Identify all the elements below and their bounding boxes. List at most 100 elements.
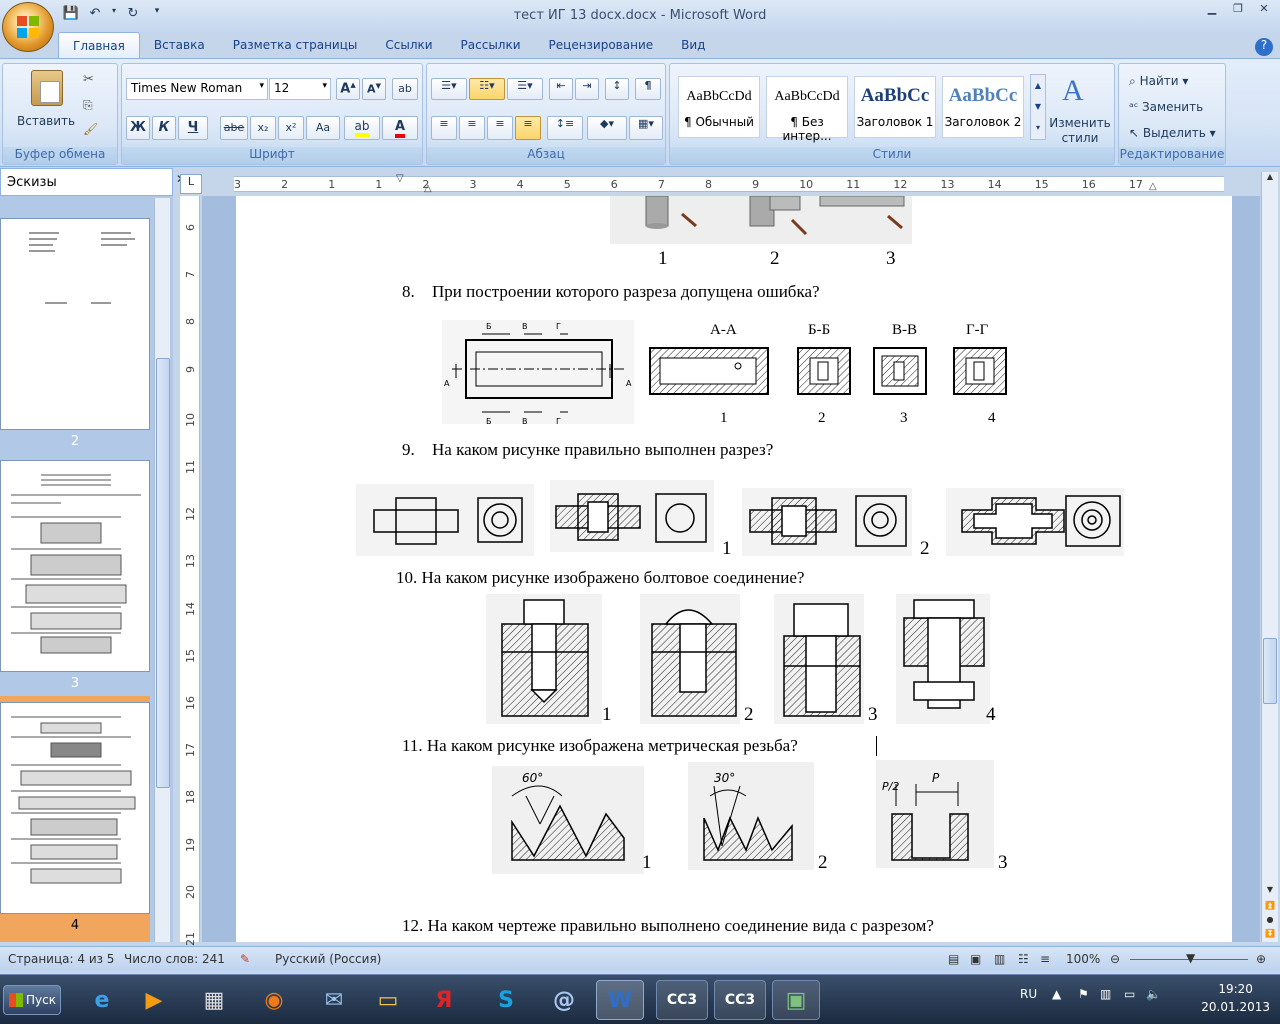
cc3-taskbar-icon[interactable]: CC3 (656, 980, 708, 1020)
numbering-icon[interactable]: ☷▾ (469, 78, 505, 100)
find-button[interactable]: ⌕ Найти ▾ (1129, 74, 1188, 89)
grow-font-button[interactable]: A▲ (336, 78, 360, 100)
tab-references[interactable]: Ссылки (371, 32, 446, 59)
format-painter-icon[interactable]: 🖌 (83, 122, 98, 136)
volume-icon[interactable]: 🔈 (1146, 987, 1161, 1001)
next-page-icon[interactable]: ⏬ (1262, 929, 1278, 938)
tab-home[interactable]: Главная (58, 32, 140, 59)
mail-icon[interactable]: ✉ (310, 980, 358, 1020)
help-icon[interactable]: ? (1255, 38, 1273, 56)
italic-button[interactable]: К (152, 116, 176, 140)
right-indent-marker[interactable]: △ (1149, 181, 1157, 192)
increase-indent-icon[interactable]: ⇥ (575, 78, 599, 100)
minimize-button[interactable]: ▁ (1200, 2, 1224, 18)
bullets-icon[interactable]: ☰▾ (431, 78, 467, 100)
word-taskbar-icon[interactable]: W (596, 980, 644, 1020)
browse-object-icon[interactable]: ● (1262, 915, 1278, 924)
view-outline-icon[interactable]: ☷ (1018, 952, 1029, 966)
media-player-icon[interactable]: ▶ (130, 980, 178, 1020)
scroll-up-icon[interactable]: ▲ (1262, 172, 1278, 188)
style-heading-2[interactable]: AaBbCc Заголовок 2 (942, 76, 1024, 138)
thumbnail-page-2[interactable] (0, 218, 150, 430)
align-left-icon[interactable]: ≡ (431, 116, 457, 140)
paste-icon[interactable] (31, 70, 63, 106)
network-icon[interactable]: ▥ (1100, 987, 1111, 1001)
style-normal[interactable]: AaBbCcDd ¶ Обычный (678, 76, 760, 138)
borders-icon[interactable]: ▦▾ (629, 116, 663, 140)
page-count[interactable]: Страница: 4 из 5 (8, 952, 114, 966)
document-page[interactable]: 1 2 3 8. При построении которого разреза… (236, 196, 1232, 942)
skype-icon[interactable]: S (482, 980, 530, 1020)
align-center-icon[interactable]: ≡ (459, 116, 485, 140)
change-styles-icon[interactable]: A (1062, 74, 1084, 108)
copy-icon[interactable]: ⎘ (83, 98, 93, 113)
office-button[interactable] (2, 2, 54, 52)
thumbnails-scrollbar[interactable] (154, 198, 170, 942)
styles-scroll[interactable]: ▲ ▼ ▾ (1030, 74, 1046, 140)
scroll-down-icon[interactable]: ▼ (1262, 885, 1278, 894)
display-icon[interactable]: ▭ (1124, 987, 1135, 1001)
scrollbar-thumb[interactable] (156, 358, 170, 788)
font-size-select[interactable]: 12 ▾ (269, 78, 331, 100)
shrink-font-button[interactable]: A▼ (362, 78, 386, 100)
font-color-button[interactable]: A (382, 116, 418, 140)
view-draft-icon[interactable]: ≡ (1040, 952, 1050, 966)
folder-icon[interactable]: ▭ (364, 980, 412, 1020)
left-indent-marker[interactable]: △ (424, 183, 432, 194)
thumbnail-page-4[interactable] (0, 702, 150, 914)
cut-icon[interactable]: ✂ (83, 72, 94, 87)
view-full-screen-icon[interactable]: ▣ (970, 952, 981, 966)
scrollbar-thumb[interactable] (1263, 638, 1277, 704)
style-no-spacing[interactable]: AaBbCcDd ¶ Без интер... (766, 76, 848, 143)
cc3-taskbar-icon[interactable]: CC3 (714, 980, 766, 1020)
clear-format-icon[interactable]: ab (392, 78, 418, 100)
thumbnail-page-3[interactable] (0, 460, 150, 672)
document-scrollbar[interactable]: ▲ ▼ ⏫ ● ⏬ (1261, 172, 1278, 942)
zoom-in-icon[interactable]: ⊕ (1256, 952, 1266, 966)
language-indicator[interactable]: Русский (Россия) (275, 952, 381, 966)
shading-icon[interactable]: ◆▾ (587, 116, 627, 140)
highlight-color-button[interactable]: ab (344, 116, 380, 140)
close-button[interactable]: ✕ (1252, 2, 1276, 18)
internet-explorer-icon[interactable]: e (78, 980, 126, 1020)
align-right-icon[interactable]: ≡ (487, 116, 513, 140)
yandex-icon[interactable]: Я (420, 980, 468, 1020)
zoom-level[interactable]: 100% (1066, 952, 1100, 966)
maximize-button[interactable]: ❐ (1226, 2, 1250, 18)
previous-page-icon[interactable]: ⏫ (1262, 901, 1278, 910)
proofing-icon[interactable]: ✎ (240, 952, 250, 966)
subscript-button[interactable]: x₂ (250, 116, 276, 140)
font-name-select[interactable]: Times New Roman ▾ (126, 78, 268, 100)
sort-icon[interactable]: ↕ (605, 78, 629, 100)
select-button[interactable]: ↖ Выделить ▾ (1129, 126, 1216, 140)
word-count[interactable]: Число слов: 241 (124, 952, 225, 966)
photo-viewer-icon[interactable]: ▣ (772, 980, 820, 1020)
first-line-indent-marker[interactable]: ▽ (396, 173, 404, 184)
vertical-ruler[interactable]: 6 7 8 9 10 11 12 13 14 15 16 17 18 19 20 21 (180, 196, 200, 946)
paste-button[interactable]: Вставить (17, 114, 75, 128)
style-heading-1[interactable]: AaBbCc Заголовок 1 (854, 76, 936, 138)
zoom-out-icon[interactable]: ⊖ (1110, 952, 1120, 966)
clock[interactable]: 19:20 20.01.2013 (1201, 980, 1270, 1016)
calculator-icon[interactable]: ▦ (190, 980, 238, 1020)
action-center-icon[interactable]: ⚑ (1078, 987, 1089, 1001)
tab-mailings[interactable]: Рассылки (447, 32, 535, 59)
replace-button[interactable]: ᵃᶜ Заменить (1129, 100, 1203, 114)
at-icon[interactable]: @ (540, 980, 588, 1020)
zoom-slider-thumb[interactable]: ▼ (1186, 951, 1195, 965)
view-web-layout-icon[interactable]: ▥ (994, 952, 1005, 966)
change-case-button[interactable]: Aa (306, 116, 340, 140)
start-button[interactable]: Пуск (3, 985, 61, 1015)
tab-insert[interactable]: Вставка (140, 32, 219, 59)
language-bar[interactable]: RU (1020, 987, 1037, 1001)
multilevel-list-icon[interactable]: ☰▾ (507, 78, 543, 100)
tab-selector[interactable]: L (180, 174, 202, 194)
decrease-indent-icon[interactable]: ⇤ (549, 78, 573, 100)
show-marks-icon[interactable]: ¶ (635, 78, 661, 100)
bold-button[interactable]: Ж (126, 116, 150, 140)
superscript-button[interactable]: x² (278, 116, 304, 140)
line-spacing-icon[interactable]: ↕≡ (547, 116, 583, 140)
tab-page-layout[interactable]: Разметка страницы (219, 32, 372, 59)
view-print-layout-icon[interactable]: ▤ (948, 952, 959, 966)
underline-button[interactable]: Ч (178, 116, 208, 140)
